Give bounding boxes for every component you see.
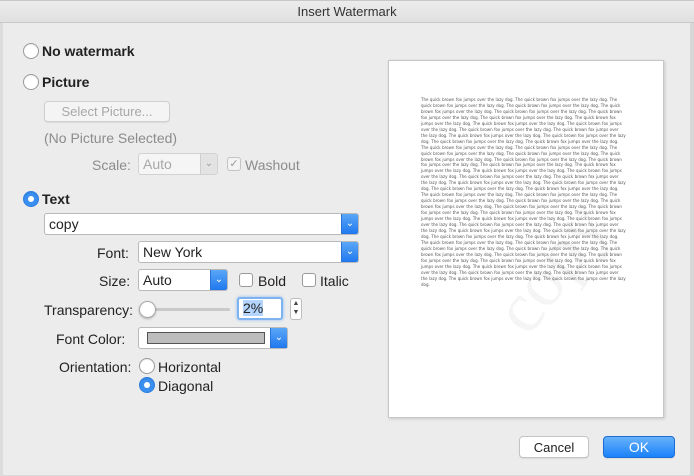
size-label: Size:: [99, 273, 131, 289]
no-picture-status: (No Picture Selected): [44, 130, 178, 146]
scale-select[interactable]: Auto ⌄: [138, 153, 218, 175]
watermark-text-combo[interactable]: copy ⌄: [44, 213, 359, 235]
chevron-down-icon: ⌄: [341, 214, 358, 234]
text-label[interactable]: Text: [42, 191, 70, 207]
size-value: Auto: [143, 272, 172, 288]
diagonal-label[interactable]: Diagonal: [158, 378, 213, 394]
chevron-down-icon: ⌄: [270, 328, 287, 348]
background-document-edge: [0, 23, 3, 476]
washout-checkbox[interactable]: ✓: [227, 157, 241, 171]
italic-label: Italic: [320, 273, 349, 289]
ok-button[interactable]: OK: [603, 436, 675, 458]
font-color-label: Font Color:: [56, 331, 126, 347]
font-value: New York: [143, 244, 203, 260]
font-label: Font:: [97, 245, 129, 261]
font-color-picker[interactable]: ⌄: [138, 327, 288, 349]
bold-label: Bold: [258, 273, 287, 289]
transparency-slider-thumb[interactable]: [139, 301, 156, 318]
orientation-label: Orientation:: [59, 359, 132, 375]
transparency-stepper[interactable]: ▲ ▼: [290, 298, 302, 320]
picture-label[interactable]: Picture: [42, 74, 89, 90]
select-picture-button[interactable]: Select Picture...: [44, 101, 170, 122]
watermark-text-value: copy: [49, 216, 79, 232]
transparency-input[interactable]: 2%: [237, 297, 283, 320]
horizontal-label[interactable]: Horizontal: [158, 359, 221, 375]
text-radio[interactable]: [23, 191, 39, 207]
background-window-edge: [690, 23, 694, 476]
chevron-down-icon: ⌄: [210, 270, 227, 290]
bold-checkbox[interactable]: [239, 273, 253, 287]
diagonal-radio[interactable]: [139, 377, 155, 393]
washout-label: Washout: [245, 157, 300, 173]
picture-radio[interactable]: [23, 74, 39, 90]
insert-watermark-dialog: Insert Watermark No watermark Picture Se…: [0, 0, 694, 476]
font-select[interactable]: New York ⌄: [138, 241, 359, 263]
window-title: Insert Watermark: [0, 1, 694, 23]
no-watermark-label[interactable]: No watermark: [42, 43, 135, 59]
transparency-label: Transparency:: [44, 302, 133, 318]
italic-checkbox[interactable]: [302, 273, 316, 287]
scale-value: Auto: [143, 156, 172, 172]
chevron-down-icon: ⌄: [200, 154, 217, 174]
watermark-preview: The quick brown fox jumps over the lazy …: [388, 60, 664, 418]
stepper-down-icon[interactable]: ▼: [293, 309, 300, 316]
scale-label: Scale:: [92, 157, 131, 173]
size-select[interactable]: Auto ⌄: [138, 269, 228, 291]
cancel-button[interactable]: Cancel: [519, 436, 589, 458]
no-watermark-radio[interactable]: [23, 43, 39, 59]
horizontal-radio[interactable]: [139, 358, 155, 374]
transparency-value: 2%: [243, 300, 264, 316]
stepper-up-icon[interactable]: ▲: [293, 300, 300, 307]
chevron-down-icon: ⌄: [341, 242, 358, 262]
font-color-swatch: [147, 332, 265, 344]
